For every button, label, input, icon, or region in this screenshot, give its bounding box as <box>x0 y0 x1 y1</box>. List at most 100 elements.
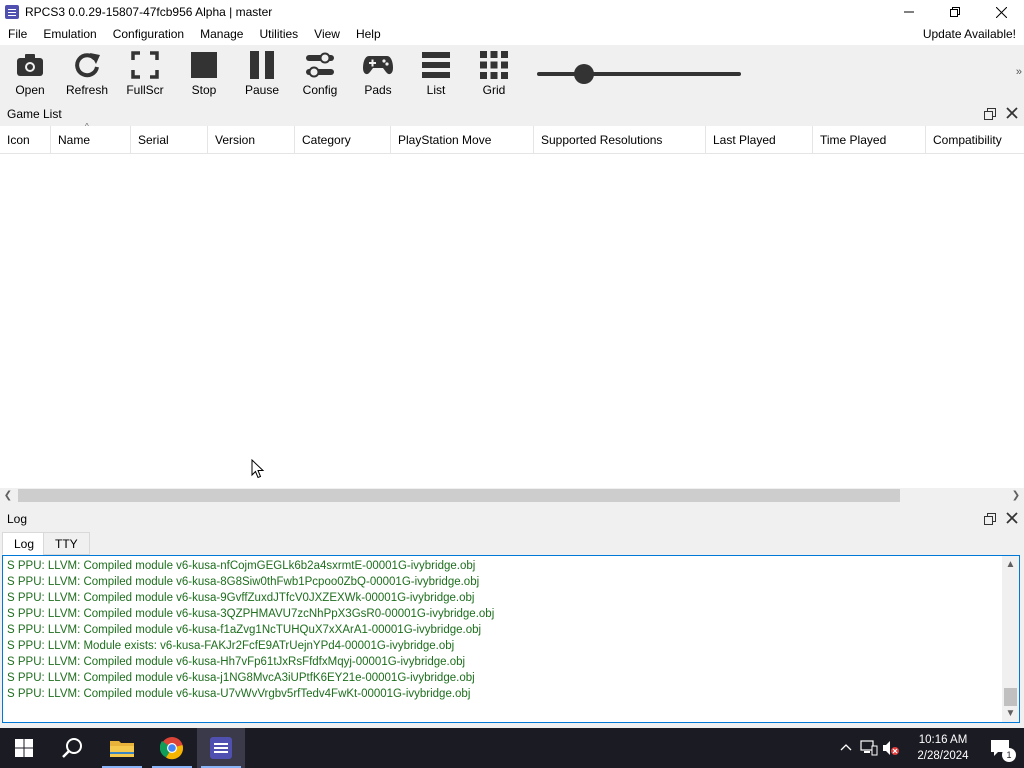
game-list-horizontal-scrollbar[interactable]: ❮ ❯ <box>0 488 1024 504</box>
start-button[interactable] <box>0 728 48 768</box>
list-view-button[interactable]: List <box>407 50 465 100</box>
column-header-playstation-move[interactable]: PlayStation Move <box>391 126 534 154</box>
pause-button[interactable]: Pause <box>233 50 291 100</box>
column-header-last-played[interactable]: Last Played <box>706 126 813 154</box>
game-list-body[interactable] <box>0 154 1024 488</box>
stop-button[interactable]: Stop <box>175 50 233 100</box>
file-explorer-button[interactable] <box>98 728 146 768</box>
scroll-down-icon[interactable]: ▼ <box>1002 705 1019 722</box>
log-line: S PPU: LLVM: Module exists: v6-kusa-FAKJ… <box>7 640 455 652</box>
pads-button[interactable]: Pads <box>349 50 407 100</box>
log-dock-title: Log <box>0 508 1024 530</box>
menu-view[interactable]: View <box>306 24 348 45</box>
log-line: S PPU: LLVM: Compiled module v6-kusa-3QZ… <box>7 608 495 620</box>
stop-label: Stop <box>191 83 217 97</box>
clock-time: 10:16 AM <box>918 734 968 746</box>
column-header-supported-resolutions[interactable]: Supported Resolutions <box>534 126 706 154</box>
column-header-name[interactable]: Name <box>51 126 131 154</box>
clock-date: 2/28/2024 <box>917 750 969 762</box>
close-icon <box>995 6 1007 18</box>
icon-size-slider-handle[interactable] <box>573 64 594 84</box>
log-line: S PPU: LLVM: Compiled module v6-kusa-j1N… <box>7 672 475 684</box>
log-line: S PPU: LLVM: Compiled module v6-kusa-Hh7… <box>7 656 466 668</box>
column-header-category[interactable]: Category <box>295 126 391 154</box>
list-label: List <box>426 83 446 97</box>
config-button[interactable]: Config <box>291 50 349 100</box>
search-button[interactable] <box>48 728 96 768</box>
column-header-compatibility[interactable]: Compatibility <box>926 126 1024 154</box>
game-list-dock-title: Game List <box>0 103 1024 125</box>
system-clock[interactable]: 10:16 AM 2/28/2024 <box>908 732 978 764</box>
stop-icon <box>191 52 217 78</box>
close-icon[interactable] <box>1006 512 1018 524</box>
fullscreen-label: FullScr <box>126 83 164 97</box>
undock-icon[interactable] <box>984 513 996 525</box>
camera-icon <box>17 54 43 76</box>
sort-ascending-icon: ^ <box>85 122 89 131</box>
close-icon[interactable] <box>1006 107 1018 119</box>
scroll-right-icon[interactable]: ❯ <box>1008 488 1024 504</box>
tab-log[interactable]: Log <box>2 532 47 555</box>
update-available-link[interactable]: Update Available! <box>923 24 1016 45</box>
scroll-up-icon[interactable]: ▲ <box>1002 556 1019 573</box>
chrome-icon <box>160 737 184 760</box>
menu-file[interactable]: File <box>0 24 35 45</box>
network-icon[interactable] <box>860 740 878 756</box>
menu-utilities[interactable]: Utilities <box>251 24 306 45</box>
window-title: RPCS3 0.0.29-15807-47fcb956 Alpha | mast… <box>25 5 273 19</box>
log-line: S PPU: LLVM: Compiled module v6-kusa-nfC… <box>7 560 476 572</box>
chrome-button[interactable] <box>148 728 196 768</box>
rpcs3-icon <box>210 737 232 759</box>
log-output[interactable]: S PPU: LLVM: Compiled module v6-kusa-nfC… <box>2 555 1020 723</box>
log-lines: S PPU: LLVM: Compiled module v6-kusa-nfC… <box>7 558 494 702</box>
minimize-button[interactable] <box>886 0 932 24</box>
game-list-header: Icon Name Serial Version Category PlaySt… <box>0 126 1024 154</box>
column-header-serial[interactable]: Serial <box>131 126 208 154</box>
horizontal-scroll-thumb[interactable] <box>18 489 900 502</box>
icon-size-slider-track[interactable] <box>537 72 741 76</box>
restore-icon <box>950 7 960 17</box>
menu-help[interactable]: Help <box>348 24 389 45</box>
search-icon <box>62 738 82 758</box>
close-window-button[interactable] <box>978 0 1024 24</box>
grid-view-button[interactable]: Grid <box>465 50 523 100</box>
pause-label: Pause <box>244 83 280 97</box>
volume-muted-icon[interactable] <box>882 740 900 756</box>
column-header-time-played[interactable]: Time Played <box>813 126 926 154</box>
refresh-button[interactable]: Refresh <box>58 50 116 100</box>
menu-emulation[interactable]: Emulation <box>35 24 104 45</box>
log-line: S PPU: LLVM: Compiled module v6-kusa-9Gv… <box>7 592 475 604</box>
pads-label: Pads <box>364 83 392 97</box>
gamepad-icon <box>363 56 393 75</box>
start-icon <box>15 739 33 757</box>
vertical-scroll-thumb[interactable] <box>1004 688 1017 706</box>
open-button[interactable]: Open <box>1 50 59 100</box>
scroll-left-icon[interactable]: ❮ <box>0 488 16 504</box>
log-line: S PPU: LLVM: Compiled module v6-kusa-U7v… <box>7 688 471 700</box>
rpcs3-taskbar-button[interactable] <box>197 728 245 768</box>
taskbar: 10:16 AM 2/28/2024 1 <box>0 728 1024 768</box>
undock-icon[interactable] <box>984 108 996 120</box>
title-bar: RPCS3 0.0.29-15807-47fcb956 Alpha | mast… <box>0 0 1024 24</box>
fullscreen-button[interactable]: FullScr <box>116 50 174 100</box>
toolbar-overflow-chevron-icon[interactable]: » <box>1016 66 1022 78</box>
menu-configuration[interactable]: Configuration <box>105 24 192 45</box>
restore-button[interactable] <box>932 0 978 24</box>
pause-icon <box>250 51 274 79</box>
notification-count-badge: 1 <box>1002 748 1016 762</box>
rpcs3-app-icon <box>5 5 19 19</box>
fullscreen-icon <box>131 51 159 79</box>
tab-tty[interactable]: TTY <box>43 532 90 555</box>
column-header-version[interactable]: Version <box>208 126 295 154</box>
menu-manage[interactable]: Manage <box>192 24 251 45</box>
main-toolbar: Open Refresh FullScr Stop Pause Config P… <box>0 45 1024 103</box>
config-label: Config <box>302 83 338 97</box>
chevron-up-icon[interactable] <box>840 743 852 751</box>
list-icon <box>422 52 450 78</box>
refresh-label: Refresh <box>65 83 109 97</box>
game-list-title: Game List <box>7 107 62 121</box>
log-vertical-scrollbar[interactable]: ▲ ▼ <box>1002 556 1019 722</box>
config-icon <box>306 52 334 78</box>
grid-icon <box>480 51 508 79</box>
column-header-icon[interactable]: Icon <box>0 126 51 154</box>
